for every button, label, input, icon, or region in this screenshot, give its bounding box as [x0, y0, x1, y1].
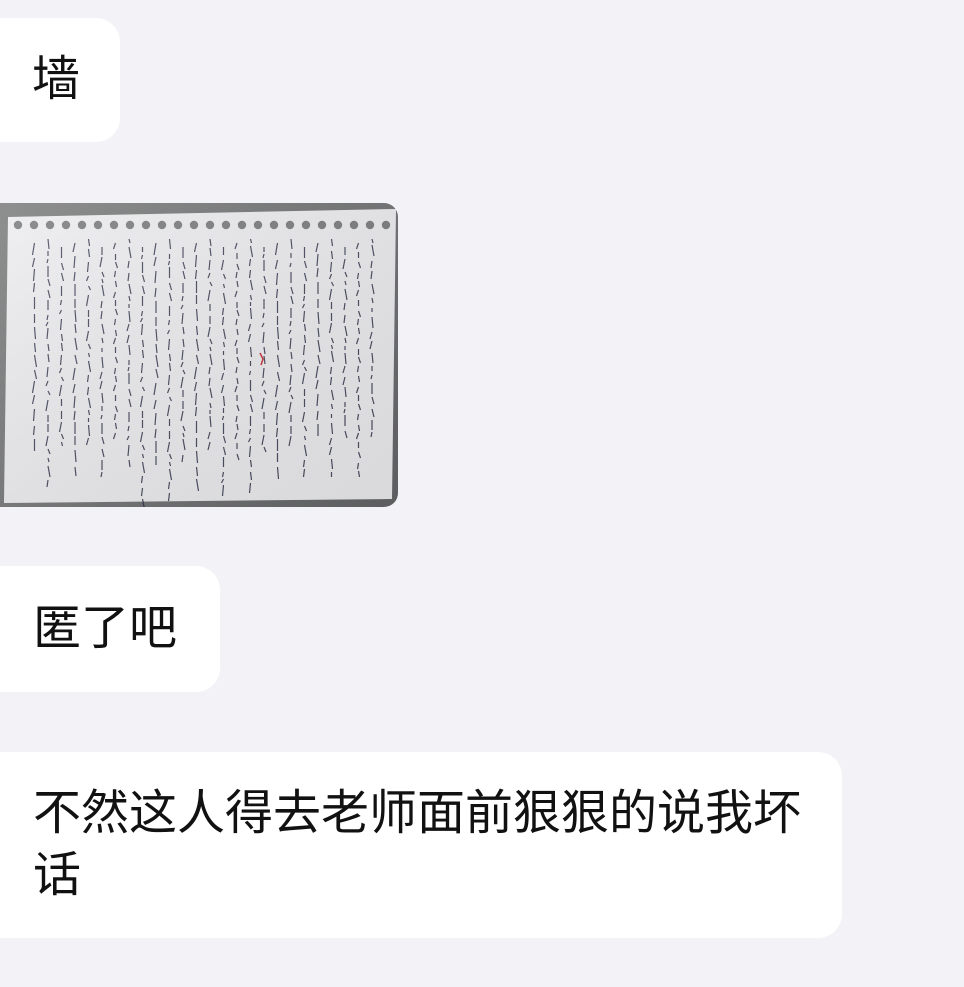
message-text: 不然这人得去老师面前狠狠的说我坏话 — [33, 785, 802, 903]
message-text: 墙 — [32, 51, 81, 107]
image-message-notebook-photo[interactable] — [0, 203, 398, 507]
chat-window: 墙 匿了吧 不然这人得去老师面前狠狠的说我坏话 — [0, 0, 964, 987]
message-text: 匿了吧 — [33, 600, 178, 656]
message-bubble[interactable]: 墙 — [0, 18, 120, 142]
message-bubble[interactable]: 匿了吧 — [0, 566, 220, 692]
paper-shading — [4, 209, 396, 503]
notebook-page-icon — [4, 209, 396, 507]
message-bubble[interactable]: 不然这人得去老师面前狠狠的说我坏话 — [0, 752, 842, 938]
